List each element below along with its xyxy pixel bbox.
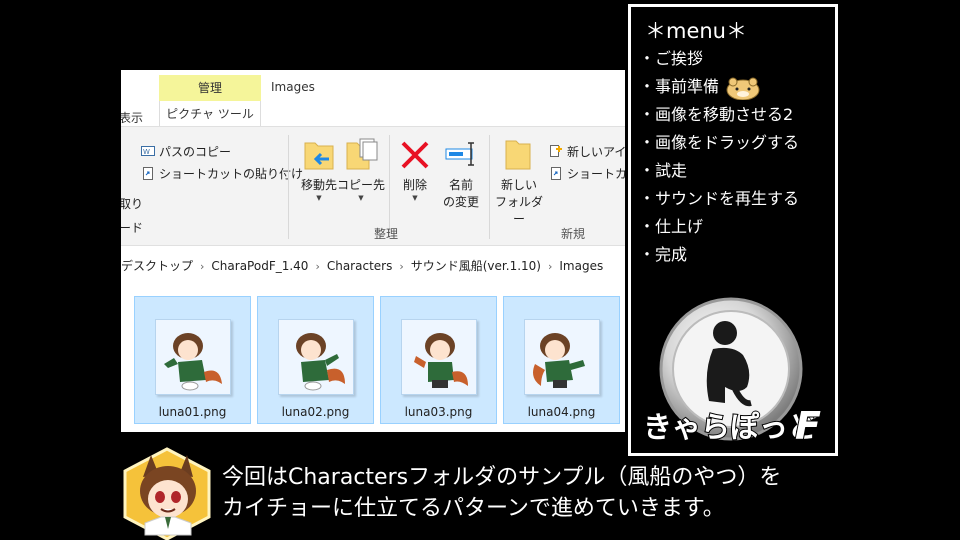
new-item-button[interactable]: 新しいアイ <box>549 143 625 160</box>
breadcrumb-desktop[interactable]: デスクトップ <box>121 259 193 273</box>
breadcrumb-characters[interactable]: Characters <box>327 259 393 273</box>
menu-item-play-sound: ・サウンドを再生する <box>639 189 800 208</box>
cut-button-partial[interactable]: 取り <box>121 195 143 212</box>
menu-item-move-image: ・画像を移動させる2 <box>639 105 794 124</box>
chevron-right-icon[interactable]: › <box>548 260 552 273</box>
image-thumbnail <box>278 319 354 395</box>
menu-list: ・ご挨拶 ・事前準備 ・画像を移動させる2 ・画像をドラッグする ・試走 ・サウ… <box>639 45 799 269</box>
file-explorer-window: 管理 Images 表示 ピクチャ ツール 取り ード W パスのコピー ショー… <box>121 70 625 432</box>
group-organize-label: 整理 <box>374 227 399 241</box>
file-name: luna03.png <box>404 405 473 419</box>
breadcrumb-sound-balloon[interactable]: サウンド風船(ver.1.10) <box>411 259 541 273</box>
shortcut-label: ショートカッ <box>567 167 625 181</box>
tab-manage[interactable]: 管理 <box>159 75 261 101</box>
image-thumbnail <box>155 319 231 395</box>
new-folder-label-2: フォルダー <box>494 195 543 226</box>
copy-path-label: パスのコピー <box>159 145 232 159</box>
copy-path-button[interactable]: W パスのコピー <box>141 143 231 160</box>
svg-text:W: W <box>143 148 150 156</box>
breadcrumb-images[interactable]: Images <box>559 259 603 273</box>
hamster-icon <box>726 77 760 100</box>
group-new-label: 新規 <box>561 227 586 241</box>
character-avatar <box>121 447 213 540</box>
ribbon: 取り ード W パスのコピー ショートカットの貼り付け 移動先 ▼ コピー先 ▼… <box>121 126 625 246</box>
copy-folder-icon <box>346 138 378 170</box>
breadcrumb: デスクトップ › CharaPodF_1.40 › Characters › サウンド風船(… <box>121 253 625 279</box>
ribbon-separator <box>489 135 490 239</box>
chevron-right-icon[interactable]: › <box>315 260 319 273</box>
svg-text:きゃらぽっど: きゃらぽっど <box>643 410 817 444</box>
menu-item-complete: ・完成 <box>639 245 688 264</box>
image-thumbnail <box>524 319 600 395</box>
menu-item-preparation-label: ・事前準備 <box>639 77 720 96</box>
subtitle-caption: 今回はCharactersフォルダのサンプル（風船のやつ）を カイチョーに仕立て… <box>222 462 952 524</box>
file-name: luna04.png <box>527 405 596 419</box>
menu-item-finishing: ・仕上げ <box>639 217 704 236</box>
menu-panel: ＊menu＊ ・ご挨拶 ・事前準備 ・画像を移動させる2 ・画像をドラッグする … <box>628 4 838 456</box>
chevron-down-icon: ▼ <box>358 194 364 202</box>
shortcut-icon <box>549 166 563 180</box>
paste-shortcut-button[interactable]: ショートカットの貼り付け <box>141 165 303 182</box>
file-name: luna02.png <box>281 405 350 419</box>
ribbon-separator <box>288 135 289 239</box>
menu-item-preparation: ・事前準備 <box>639 73 799 101</box>
new-folder-icon <box>505 140 531 170</box>
copy-to-button[interactable]: コピー先 ▼ <box>333 137 389 202</box>
copy-to-label: コピー先 <box>336 178 385 192</box>
charapod-logo: きゃらぽっど F <box>639 291 829 451</box>
subtitle-line-1: 今回はCharactersフォルダのサンプル（風船のやつ）を <box>222 465 782 490</box>
mode-label-partial: ード <box>121 221 144 235</box>
new-folder-button[interactable]: 新しい フォルダー <box>491 137 547 228</box>
menu-item-test-run: ・試走 <box>639 161 688 180</box>
image-thumbnail <box>401 319 477 395</box>
menu-title: ＊menu＊ <box>645 19 747 43</box>
chevron-right-icon[interactable]: › <box>399 260 403 273</box>
chevron-right-icon[interactable]: › <box>200 260 204 273</box>
menu-item-greeting: ・ご挨拶 <box>639 49 704 68</box>
file-item[interactable]: luna03.png <box>380 296 497 424</box>
window-title: Images <box>271 80 315 94</box>
rename-icon <box>445 142 474 166</box>
new-folder-label-1: 新しい <box>500 178 537 192</box>
new-item-label: 新しいアイ <box>567 145 625 159</box>
svg-text:F: F <box>795 404 821 448</box>
tab-picture-tools[interactable]: ピクチャ ツール <box>159 101 261 127</box>
file-name: luna01.png <box>158 405 227 419</box>
copy-path-icon: W <box>141 144 155 158</box>
new-item-icon <box>549 144 563 158</box>
paste-shortcut-icon <box>141 166 155 180</box>
rename-label-2: の変更 <box>442 195 479 209</box>
rename-button[interactable]: 名前 の変更 <box>433 137 489 211</box>
file-item[interactable]: luna02.png <box>257 296 374 424</box>
move-to-label: 移動先 <box>300 178 337 192</box>
delete-label: 削除 <box>402 178 427 192</box>
tab-view[interactable]: 表示 <box>121 109 143 126</box>
file-item[interactable]: luna04.png <box>503 296 620 424</box>
file-item[interactable]: luna01.png <box>134 296 251 424</box>
ribbon-tab-bar: 管理 Images 表示 ピクチャ ツール <box>121 70 625 127</box>
rename-label-1: 名前 <box>448 178 473 192</box>
subtitle-line-2: カイチョーに仕立てるパターンで進めていきます。 <box>222 496 725 521</box>
shortcut-button[interactable]: ショートカッ <box>549 165 625 182</box>
menu-item-drag-image: ・画像をドラッグする <box>639 133 800 152</box>
delete-icon <box>401 141 429 169</box>
paste-shortcut-label: ショートカットの貼り付け <box>159 167 304 181</box>
move-folder-icon <box>304 142 334 170</box>
breadcrumb-charapodf[interactable]: CharaPodF_1.40 <box>211 259 308 273</box>
